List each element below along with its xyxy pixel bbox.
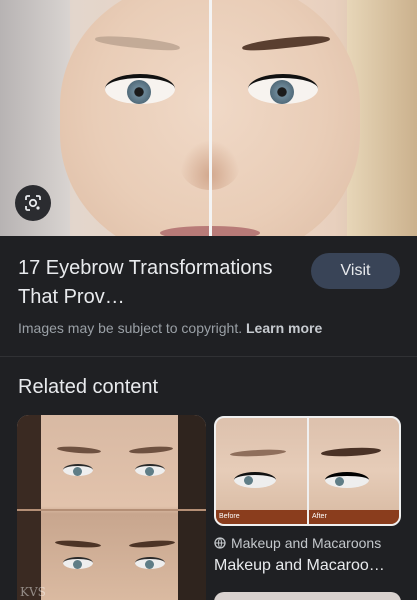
google-lens-button[interactable] xyxy=(15,185,51,221)
google-lens-icon xyxy=(25,195,41,211)
right-eye xyxy=(248,74,318,104)
after-brow xyxy=(320,446,382,458)
copyright-text: Images may be subject to copyright. xyxy=(18,320,243,336)
brow-top-right xyxy=(128,445,174,455)
eye-bottom-right xyxy=(135,557,165,569)
learn-more-link[interactable]: Learn more xyxy=(246,320,322,336)
eye-bottom-left xyxy=(63,557,93,569)
related-title[interactable]: Makeup and Macaroo… xyxy=(214,557,404,575)
watermark: KVS xyxy=(20,585,46,599)
after-label: After xyxy=(309,510,399,524)
after-eye xyxy=(325,472,369,488)
section-divider xyxy=(0,356,417,357)
copyright-notice: Images may be subject to copyright. Lear… xyxy=(18,320,322,336)
before-after-divider xyxy=(209,0,212,236)
next-related-card[interactable] xyxy=(214,592,401,600)
image-split xyxy=(17,509,206,511)
before-brow xyxy=(229,448,287,458)
left-eye xyxy=(105,74,175,104)
visit-button[interactable]: Visit xyxy=(311,253,400,289)
globe-icon xyxy=(214,537,226,549)
before-label: Before xyxy=(216,510,307,524)
hair-right xyxy=(178,415,206,600)
related-source[interactable]: Makeup and Macaroons xyxy=(214,535,381,551)
brow-bottom-right xyxy=(128,539,176,549)
brow-bottom-left xyxy=(54,539,102,549)
hair-left xyxy=(17,415,41,600)
eye-top-left xyxy=(63,464,93,476)
before-eye xyxy=(234,472,276,488)
result-image[interactable] xyxy=(0,0,417,236)
related-card-left[interactable]: KVS xyxy=(17,415,206,600)
before-half xyxy=(216,418,307,524)
source-name: Makeup and Macaroons xyxy=(231,535,382,551)
eye-top-right xyxy=(135,464,165,476)
related-card-right[interactable]: Before After xyxy=(214,416,401,526)
brow-top-left xyxy=(56,445,102,455)
result-title[interactable]: 17 Eyebrow Transformations That Prov… xyxy=(18,254,308,312)
after-half xyxy=(309,418,399,524)
related-content-heading: Related content xyxy=(18,376,159,398)
